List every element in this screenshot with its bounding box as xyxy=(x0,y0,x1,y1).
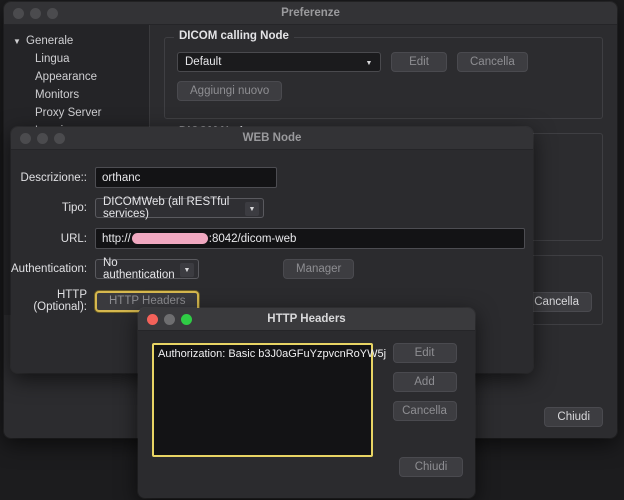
description-input[interactable]: orthanc xyxy=(95,167,277,188)
sidebar-item-label: Appearance xyxy=(35,71,97,83)
preferences-titlebar[interactable]: Preferenze xyxy=(4,2,617,25)
http-optional-label: HTTP (Optional): xyxy=(11,289,95,313)
delete-header-button[interactable]: Cancella xyxy=(393,401,457,421)
sidebar-item-label: Proxy Server xyxy=(35,107,101,119)
description-value: orthanc xyxy=(102,172,140,184)
web-node-traffic-lights[interactable] xyxy=(11,133,65,144)
url-label: URL: xyxy=(11,233,95,245)
close-button-icon[interactable] xyxy=(147,314,158,325)
preferences-close-button[interactable]: Chiudi xyxy=(544,407,603,427)
http-headers-body: Authorization: Basic b3J0aGFuYzpvcnRoYW5… xyxy=(138,331,475,498)
sidebar-item-label: Lingua xyxy=(35,53,70,65)
close-button-icon[interactable] xyxy=(13,8,24,19)
http-headers-titlebar[interactable]: HTTP Headers xyxy=(138,308,475,331)
preferences-title: Preferenze xyxy=(4,7,617,19)
chevron-down-icon[interactable]: ▼ xyxy=(180,263,194,277)
minimize-button-icon[interactable] xyxy=(164,314,175,325)
http-headers-traffic-lights[interactable] xyxy=(138,314,192,325)
minimize-button-icon[interactable] xyxy=(37,133,48,144)
http-headers-list[interactable]: Authorization: Basic b3J0aGFuYzpvcnRoYW5… xyxy=(152,343,373,457)
zoom-button-icon[interactable] xyxy=(47,8,58,19)
url-input[interactable]: http:// :8042/dicom-web xyxy=(95,228,525,249)
sidebar-item-proxy-server[interactable]: Proxy Server xyxy=(4,104,149,122)
calling-node-select-value: Default xyxy=(185,56,221,68)
manager-button[interactable]: Manager xyxy=(283,259,354,279)
zoom-button-icon[interactable] xyxy=(54,133,65,144)
close-button-icon[interactable] xyxy=(20,133,31,144)
description-label: Descrizione:: xyxy=(11,172,95,184)
http-headers-close-button[interactable]: Chiudi xyxy=(399,457,463,477)
calling-node-select[interactable]: Default ▼ xyxy=(177,52,381,72)
edit-header-button[interactable]: Edit xyxy=(393,343,457,363)
description-row: Descrizione:: orthanc xyxy=(11,167,533,188)
zoom-button-icon[interactable] xyxy=(181,314,192,325)
chevron-down-icon[interactable]: ▼ xyxy=(362,56,376,70)
preferences-traffic-lights[interactable] xyxy=(4,8,58,19)
sidebar-item-label: Monitors xyxy=(35,89,79,101)
sidebar-item-appearance[interactable]: Appearance xyxy=(4,68,149,86)
app-root: Preferenze ▼ Generale Lingua Appearance … xyxy=(0,0,624,500)
delete-calling-node-button[interactable]: Cancella xyxy=(457,52,528,72)
authentication-row: Authentication: No authentication ▼ Mana… xyxy=(11,259,533,279)
type-row: Tipo: DICOMWeb (all RESTful services) ▼ xyxy=(11,198,533,218)
add-calling-node-button[interactable]: Aggiungi nuovo xyxy=(177,81,282,101)
url-prefix: http:// xyxy=(102,233,131,245)
http-headers-button-column: Edit Add Cancella Chiudi xyxy=(373,343,463,488)
disclosure-triangle-icon[interactable]: ▼ xyxy=(13,37,26,46)
list-item[interactable]: Authorization: Basic b3J0aGFuYzpvcnRoYW5… xyxy=(158,348,367,360)
sidebar-item-generale[interactable]: ▼ Generale xyxy=(4,32,149,50)
minimize-button-icon[interactable] xyxy=(30,8,41,19)
authentication-select-value: No authentication xyxy=(103,257,176,281)
chevron-down-icon[interactable]: ▼ xyxy=(245,202,259,216)
web-node-title: WEB Node xyxy=(11,132,533,144)
authentication-select[interactable]: No authentication ▼ xyxy=(95,259,199,279)
type-select[interactable]: DICOMWeb (all RESTful services) ▼ xyxy=(95,198,264,218)
sidebar-item-monitors[interactable]: Monitors xyxy=(4,86,149,104)
url-row: URL: http:// :8042/dicom-web xyxy=(11,228,533,249)
url-redaction-mark xyxy=(132,233,208,244)
url-suffix: :8042/dicom-web xyxy=(209,233,297,245)
web-node-titlebar[interactable]: WEB Node xyxy=(11,127,533,150)
dicom-calling-node-group: DICOM calling Node Default ▼ Edit Cancel… xyxy=(164,37,603,119)
add-header-button[interactable]: Add xyxy=(393,372,457,392)
authentication-label: Authentication: xyxy=(11,263,95,275)
dicom-calling-node-group-label: DICOM calling Node xyxy=(174,30,294,42)
http-headers-window[interactable]: HTTP Headers Authorization: Basic b3J0aG… xyxy=(138,308,475,498)
edit-calling-node-button[interactable]: Edit xyxy=(391,52,447,72)
sidebar-item-lingua[interactable]: Lingua xyxy=(4,50,149,68)
type-label: Tipo: xyxy=(11,202,95,214)
type-select-value: DICOMWeb (all RESTful services) xyxy=(103,196,241,220)
sidebar-item-label: Generale xyxy=(26,35,73,47)
